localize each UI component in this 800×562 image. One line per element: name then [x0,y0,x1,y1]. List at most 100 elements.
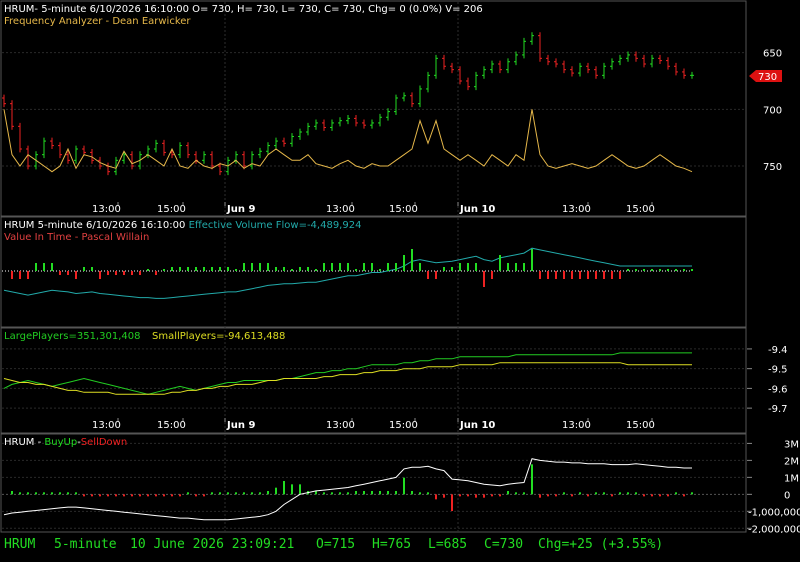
buyup-bar-17 [139,494,141,497]
evf-bar-80 [643,269,645,271]
evf-bar-73 [587,271,589,279]
buyup-y-tick: 3M [784,439,799,450]
players-y-tick: -9.6 [768,384,788,395]
evf-bar-36 [291,269,293,271]
evf-bar-85 [683,269,685,271]
frequency-analyzer-label: Frequency Analyzer - Dean Earwicker [4,16,191,27]
buyup-bar-73 [587,494,589,497]
buyup-y-tick: 2M [784,456,799,467]
price-panel-header: HRUM- 5-minute 6/10/2026 16:10:00 O= 730… [4,4,483,15]
buyup-bar-66 [531,464,533,495]
evf-bar-48 [387,263,389,271]
value-in-time-label: Value In Time - Pascal Willain [4,232,149,243]
buyup-bar-76 [611,494,613,497]
evf-bar-17 [139,271,141,275]
evf-bar-82 [659,269,661,271]
status-change: Chg=+25 (+3.55%) [538,537,664,552]
evf-bar-13 [107,271,109,275]
buyup-bar-8 [67,492,69,495]
buyup-bar-72 [579,492,581,495]
buyup-bar-63 [507,491,509,495]
buyup-bar-81 [651,494,653,497]
time-axis-label: 13:00 [562,420,591,431]
time-axis-label: 13:00 [92,204,121,215]
buyup-bar-28 [227,492,229,495]
evf-bar-30 [243,263,245,271]
evf-bar-56 [451,267,453,271]
evf-bar-83 [667,269,669,271]
small-players-label: SmallPlayers=-94,613,488 [152,331,285,342]
buyup-bar-32 [259,492,261,495]
buyup-y-tick: -1,000,000 [748,507,800,518]
evf-bar-63 [507,263,509,271]
time-axis-label: 13:00 [326,204,355,215]
evf-bar-78 [627,269,629,271]
evf-bar-18 [147,269,149,271]
evf-bar-53 [427,271,429,279]
time-axis-label: 13:00 [562,204,591,215]
buyup-header-prefix: HRUM - [4,437,44,448]
buyup-bar-69 [555,494,557,497]
evf-bar-39 [315,269,317,271]
buyup-bar-61 [491,494,493,497]
buyup-bar-2 [19,492,21,495]
buyup-bar-58 [467,494,469,497]
evf-bar-65 [523,263,525,271]
evf-bar-26 [211,267,213,271]
price-y-tick: 750 [763,162,782,173]
evf-bar-3 [27,271,29,279]
evf-bar-19 [155,271,157,275]
buyup-bar-55 [443,494,445,498]
time-axis-label: 15:00 [626,204,655,215]
buyup-bar-46 [371,491,373,495]
evf-bar-58 [467,263,469,271]
evf-bar-49 [395,263,397,271]
time-axis-label: Jun 9 [226,420,255,431]
selldown-label: SellDown [81,437,127,448]
evf-bar-24 [195,267,197,271]
buyup-bar-56 [451,494,453,512]
buyup-bar-82 [659,494,661,497]
buyup-bar-7 [59,492,61,495]
evf-bar-32 [259,263,261,271]
buyup-bar-34 [275,487,277,495]
evf-bar-75 [603,271,605,279]
evf-bar-51 [411,249,413,271]
buyup-bar-42 [339,492,341,495]
buyup-bar-30 [243,492,245,495]
status-interval: 5-minute [54,537,117,552]
buyup-bar-19 [155,494,157,497]
buyup-bar-48 [387,491,389,495]
evf-bar-66 [531,249,533,271]
evf-bar-2 [19,271,21,279]
buyup-bar-79 [635,492,637,495]
evf-bar-69 [555,271,557,279]
stock-chart[interactable]: HRUM- 5-minute 6/10/2026 16:10:00 O= 730… [0,0,800,562]
time-axis-label: Jun 10 [459,204,495,215]
buyup-bar-18 [147,494,149,497]
evf-bar-71 [571,271,573,279]
evf-bar-14 [115,271,117,275]
buyup-bar-64 [515,492,517,495]
time-axis-label: 15:00 [157,420,186,431]
buyup-bar-4 [35,492,37,495]
buyup-bar-75 [603,492,605,495]
evf-bar-16 [131,271,133,275]
buyup-bar-26 [211,492,213,495]
buyup-bar-12 [99,494,101,497]
buyup-bar-16 [131,494,133,497]
evf-bar-7 [59,271,61,275]
price-flag-text: 730 [758,72,777,83]
evf-bar-34 [275,267,277,271]
buyup-bar-74 [595,492,597,495]
time-axis-label: 15:00 [157,204,186,215]
buyup-bar-57 [459,494,461,497]
evf-bar-4 [35,263,37,271]
evf-bar-74 [595,271,597,279]
status-close: C=730 [484,537,524,552]
buyup-bar-51 [411,491,413,495]
players-y-tick: -9.4 [768,345,788,356]
time-axis-label: 13:00 [92,420,121,431]
buyup-bar-29 [235,492,237,495]
evf-bar-27 [219,267,221,271]
